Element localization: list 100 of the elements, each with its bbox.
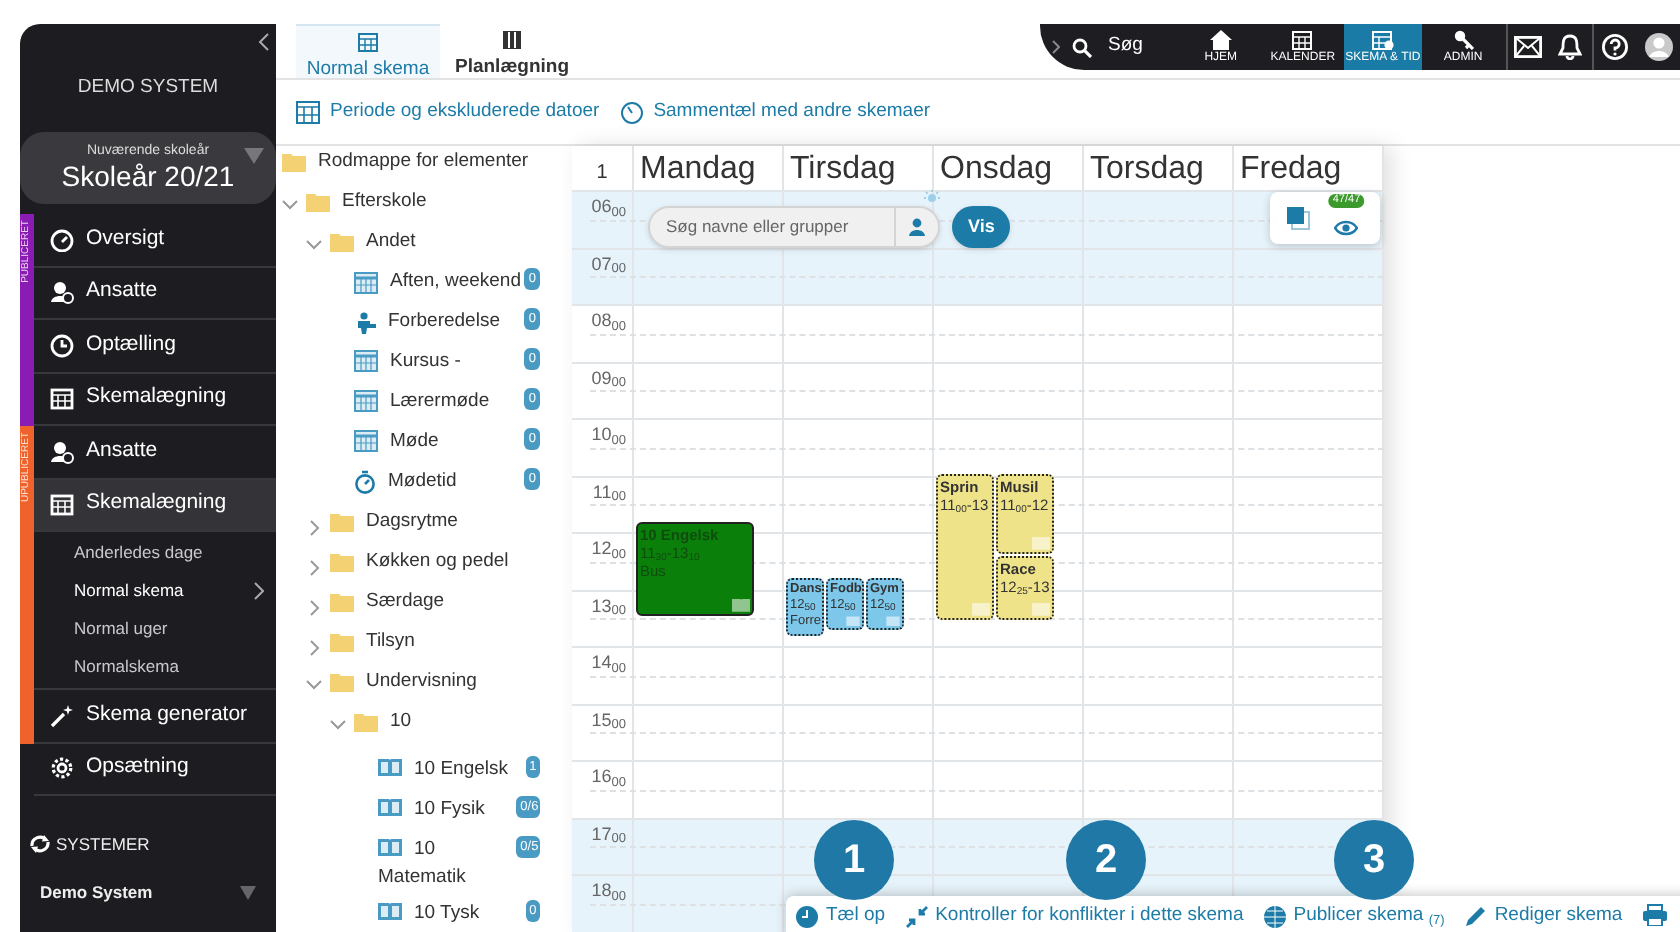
tree-item[interactable]: Særdage <box>330 587 445 616</box>
action-link[interactable]: Tæl op <box>796 904 886 928</box>
tree-item[interactable]: Køkken og pedel <box>330 547 509 576</box>
pencil-icon <box>1464 905 1487 927</box>
hour-label: 12$_{00}$ <box>591 538 626 566</box>
book-icon <box>731 598 749 612</box>
hour-label: 13$_{00}$ <box>591 595 626 623</box>
folder-icon <box>306 192 330 213</box>
sync-icon <box>30 834 50 854</box>
tree-item[interactable]: Efterskole <box>306 187 427 217</box>
tree-item[interactable]: Dagsrytme <box>330 507 458 536</box>
tree-item[interactable]: Rodmappe for elementer <box>282 148 529 177</box>
tree-item[interactable]: Møde <box>354 427 439 457</box>
calendar-icon <box>354 430 378 453</box>
folder-icon <box>330 631 354 652</box>
calendar-icon <box>354 350 378 373</box>
calendar-icon <box>354 271 378 294</box>
nav-subitem[interactable]: Normal skema <box>34 572 276 610</box>
hour-label: 09$_{00}$ <box>591 367 626 395</box>
action-link[interactable]: Rediger skema <box>1464 904 1623 928</box>
book-icon <box>885 616 899 626</box>
chevron-right-icon <box>254 582 264 600</box>
calendar-icon <box>296 100 320 124</box>
folder-icon <box>330 671 354 692</box>
hour-label: 16$_{00}$ <box>591 766 626 794</box>
columns-icon <box>502 30 522 50</box>
hour-label: 06$_{00}$ <box>591 196 626 224</box>
key-icon <box>1453 29 1474 49</box>
nav-item[interactable]: Skemalægning <box>34 479 276 532</box>
clock-icon <box>796 905 818 927</box>
nav-subitem[interactable]: Normal uger <box>34 610 276 648</box>
search-input[interactable]: Søg navne eller grupper <box>650 214 894 240</box>
search-field[interactable]: Søg navne eller grupper <box>648 206 940 248</box>
book-icon <box>1031 536 1049 550</box>
calendar-clock-icon <box>1371 29 1394 49</box>
eye-icon <box>1334 220 1359 236</box>
action-link[interactable]: Publicer skema $_{(7)}$ <box>1263 904 1445 928</box>
calendar-icon <box>354 390 378 413</box>
book-icon <box>378 757 402 776</box>
tree-item[interactable]: 10 Engelsk <box>378 755 526 784</box>
tab[interactable]: Planlægning <box>440 24 584 78</box>
nav-item[interactable]: Oversigt <box>34 214 276 267</box>
calendar-icon <box>50 492 74 517</box>
book-icon <box>845 616 859 626</box>
tree-item[interactable]: 10 <box>354 707 412 736</box>
print-button[interactable] <box>1642 904 1669 926</box>
tree-item[interactable]: Forberedelse <box>354 307 500 337</box>
tree-item[interactable]: Aften, weekend <box>354 267 521 297</box>
hour-label: 08$_{00}$ <box>591 310 626 338</box>
nav-item[interactable]: Skema generator <box>34 690 276 743</box>
day-header: Fredag <box>1240 150 1342 190</box>
day-header: Mandag <box>640 150 756 190</box>
help-icon <box>1602 34 1629 60</box>
tree-item[interactable]: 10 Fysik <box>378 795 517 824</box>
action-link[interactable]: Kontroller for konflikter i dette skema <box>905 904 1244 928</box>
user-clock-icon <box>50 280 74 305</box>
tree-item[interactable]: Tilsyn <box>330 627 415 656</box>
mail-icon <box>1514 36 1542 58</box>
clock-icon <box>50 333 74 358</box>
tree-item[interactable]: Andet <box>330 227 416 257</box>
hour-label: 07$_{00}$ <box>591 253 626 281</box>
day-header: Onsdag <box>940 150 1053 190</box>
folder-icon <box>330 591 354 612</box>
folder-icon <box>330 232 354 253</box>
toolbar-link[interactable]: Periode og ekskluderede datoer <box>296 97 600 127</box>
calendar-icon <box>1292 29 1313 49</box>
folder-icon <box>330 511 354 532</box>
stopwatch-icon <box>354 469 376 494</box>
person-icon <box>354 311 376 333</box>
school-year-value: Skoleår 20/21 <box>61 160 235 194</box>
gauge-icon <box>50 227 74 252</box>
nav-item[interactable]: Skemalægning <box>34 373 276 426</box>
system-selector[interactable]: Demo System <box>20 874 276 910</box>
toolbar-link[interactable]: Sammentæl med andre skemaer <box>619 97 931 127</box>
hour-label: 15$_{00}$ <box>591 709 626 737</box>
nav-subitem[interactable]: Anderledes dage <box>34 534 276 572</box>
book-icon <box>378 838 402 857</box>
tree-item[interactable]: Undervisning <box>330 667 477 696</box>
settings-icon <box>50 756 74 781</box>
chevron-left-icon <box>258 32 270 52</box>
bell-icon <box>1558 34 1583 60</box>
user-clock-icon <box>50 439 74 464</box>
triangle-down-icon <box>244 148 264 164</box>
tree-item[interactable]: Mødetid <box>354 467 457 496</box>
tree-item[interactable]: Lærermøde <box>354 387 490 417</box>
nav-item[interactable]: Ansatte <box>34 267 276 320</box>
nav-item[interactable]: Opsætning <box>34 743 276 796</box>
person-icon <box>908 218 926 236</box>
printer-icon <box>1642 904 1669 926</box>
nav-item[interactable]: Optælling <box>34 320 276 373</box>
globe-icon <box>1263 905 1286 927</box>
system-name: DEMO SYSTEM <box>77 74 219 102</box>
search-icon <box>1072 37 1092 57</box>
nav-subitem[interactable]: Normalskema <box>34 648 276 686</box>
tree-item[interactable]: 10 Matematik <box>378 836 517 893</box>
tree-item[interactable]: 10 Tysk <box>378 899 526 928</box>
chevron-right-icon <box>1052 40 1060 54</box>
tree-item[interactable]: Kursus - <box>354 347 461 377</box>
tab[interactable]: Normal skema <box>296 24 440 78</box>
search-button[interactable]: Søg <box>1108 32 1181 62</box>
